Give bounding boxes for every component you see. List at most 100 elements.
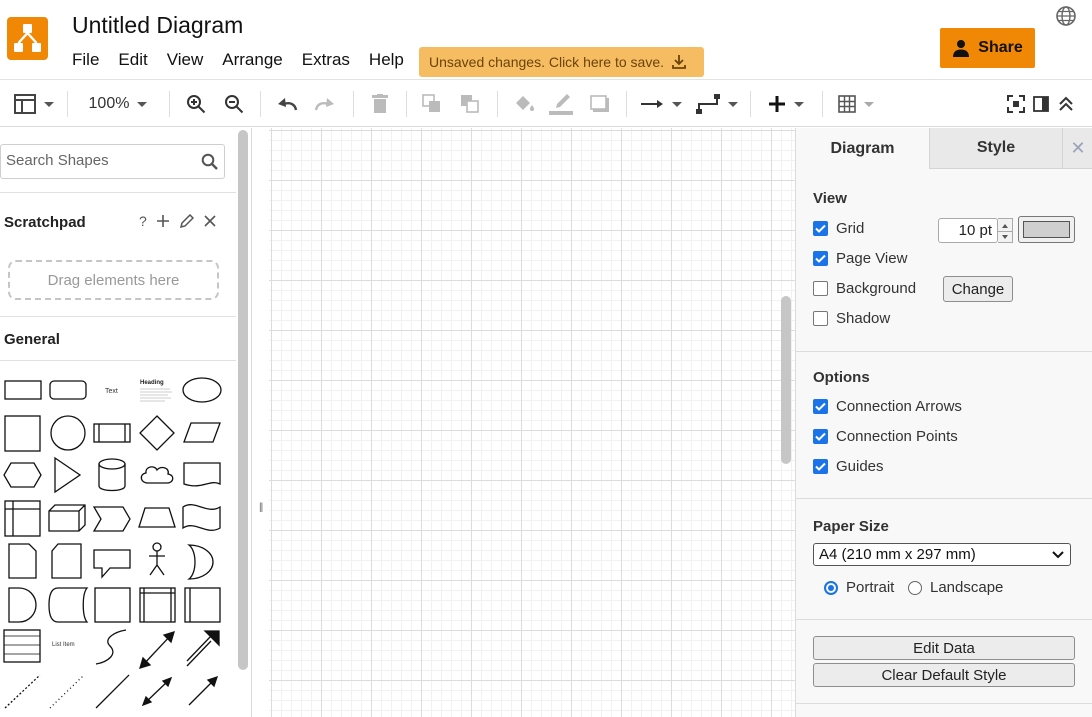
fullscreen-button[interactable] xyxy=(1005,81,1027,127)
menu-edit[interactable]: Edit xyxy=(118,50,147,70)
connection-arrows-option[interactable]: Connection Arrows xyxy=(813,398,962,415)
paper-size-section-title: Paper Size xyxy=(813,518,889,535)
shape-or xyxy=(187,544,214,580)
tab-diagram[interactable]: Diagram xyxy=(796,128,929,169)
connection-style-dropdown[interactable] xyxy=(638,81,684,127)
add-icon[interactable] xyxy=(156,215,169,227)
scratchpad-title[interactable]: Scratchpad xyxy=(4,214,86,231)
format-panel-button[interactable] xyxy=(1031,81,1051,127)
arrow-right-icon xyxy=(641,100,663,108)
shadow-checkbox[interactable] xyxy=(813,311,828,326)
fill-color-button[interactable] xyxy=(511,81,537,127)
shape-cloud xyxy=(140,466,174,484)
zoom-out-icon xyxy=(225,95,244,114)
paper-size-value: A4 (210 mm x 297 mm) xyxy=(819,546,976,563)
grid-option[interactable]: Grid xyxy=(813,220,864,237)
search-icon[interactable] xyxy=(201,153,218,170)
language-globe-icon[interactable] xyxy=(1055,5,1077,32)
view-section-title: View xyxy=(813,190,847,207)
waypoints-dropdown[interactable] xyxy=(694,81,740,127)
delete-button[interactable] xyxy=(368,81,392,127)
zoom-in-button[interactable] xyxy=(184,81,208,127)
clear-default-style-button[interactable]: Clear Default Style xyxy=(813,663,1075,687)
drawio-logo-icon[interactable] xyxy=(7,17,48,60)
grid-color-button[interactable] xyxy=(1018,216,1075,243)
diagram-title[interactable]: Untitled Diagram xyxy=(72,12,243,39)
paper-size-select[interactable]: A4 (210 mm x 297 mm) xyxy=(813,543,1071,566)
close-panel-icon[interactable]: ✕ xyxy=(1062,128,1092,169)
share-button[interactable]: Share xyxy=(940,28,1035,68)
grid-label: Grid xyxy=(836,220,865,237)
diagram-canvas[interactable] xyxy=(253,128,1031,717)
page-view-option[interactable]: Page View xyxy=(813,250,907,267)
undo-button[interactable] xyxy=(274,81,300,127)
insert-dropdown[interactable] xyxy=(763,81,809,127)
menu-bar: File Edit View Arrange Extras Help xyxy=(72,50,423,70)
shadow-label: Shadow xyxy=(836,310,891,327)
sidebar-splitter-handle[interactable]: || xyxy=(259,502,263,513)
line-color-button[interactable] xyxy=(547,81,575,127)
guides-option[interactable]: Guides xyxy=(813,458,884,475)
connection-points-option[interactable]: Connection Points xyxy=(813,428,958,445)
search-shapes-input[interactable] xyxy=(6,152,196,169)
table-dropdown[interactable] xyxy=(833,81,879,127)
menu-arrange[interactable]: Arrange xyxy=(222,50,282,70)
change-background-button[interactable]: Change xyxy=(943,276,1013,302)
tab-style[interactable]: Style xyxy=(929,128,1062,169)
header: Untitled Diagram File Edit View Arrange … xyxy=(0,0,1092,80)
zoom-dropdown[interactable]: 100% xyxy=(78,81,158,127)
to-front-button[interactable] xyxy=(420,81,444,127)
options-section-title: Options xyxy=(813,369,870,386)
bring-to-front-icon xyxy=(422,94,440,112)
unsaved-changes-button[interactable]: Unsaved changes. Click here to save. xyxy=(419,47,704,77)
shadow-option[interactable]: Shadow xyxy=(813,310,890,327)
redo-button[interactable] xyxy=(312,81,338,127)
menu-help[interactable]: Help xyxy=(369,50,404,70)
toolbar: 100% xyxy=(0,81,1092,127)
close-icon[interactable] xyxy=(204,215,216,227)
shape-line xyxy=(95,674,130,709)
fullscreen-icon xyxy=(1007,95,1025,113)
edit-data-button[interactable]: Edit Data xyxy=(813,636,1075,660)
waypoint-connector-icon xyxy=(696,94,720,114)
help-icon[interactable]: ? xyxy=(139,213,147,229)
shape-cube xyxy=(48,504,86,532)
connection-points-checkbox[interactable] xyxy=(813,429,828,444)
connection-arrows-checkbox[interactable] xyxy=(813,399,828,414)
shape-tape xyxy=(182,504,221,531)
format-panel-toggle[interactable] xyxy=(10,81,58,127)
page-view-checkbox[interactable] xyxy=(813,251,828,266)
scratchpad-dropzone[interactable]: Drag elements here xyxy=(8,260,219,300)
background-option[interactable]: Background xyxy=(813,280,916,297)
unsaved-changes-label: Unsaved changes. Click here to save. xyxy=(429,54,665,70)
canvas-scrollbar[interactable] xyxy=(781,296,791,464)
menu-view[interactable]: View xyxy=(167,50,204,70)
grid-size-stepper[interactable] xyxy=(998,218,1013,243)
general-section-title[interactable]: General xyxy=(4,331,60,348)
search-shapes-box xyxy=(0,144,225,179)
shape-dashed-line xyxy=(4,674,41,709)
send-to-back-icon xyxy=(461,95,479,113)
grid-checkbox[interactable] xyxy=(813,221,828,236)
collapse-toolbar-button[interactable] xyxy=(1056,81,1076,127)
shape-text: Text xyxy=(105,388,118,395)
edit-icon[interactable] xyxy=(179,213,194,229)
shape-curve xyxy=(95,629,127,665)
sidebar-scrollbar[interactable] xyxy=(238,130,248,670)
format-panel: Diagram Style ✕ View Grid 10 pt Page Vie… xyxy=(795,128,1092,717)
menu-file[interactable]: File xyxy=(72,50,99,70)
grid-size-input[interactable]: 10 pt xyxy=(938,218,998,243)
shadow-button[interactable] xyxy=(588,81,612,127)
zoom-out-button[interactable] xyxy=(222,81,246,127)
user-icon xyxy=(953,40,970,57)
landscape-option[interactable]: Landscape xyxy=(908,579,1003,596)
guides-checkbox[interactable] xyxy=(813,459,828,474)
guides-label: Guides xyxy=(836,458,884,475)
portrait-radio[interactable] xyxy=(824,580,838,595)
to-back-button[interactable] xyxy=(458,81,482,127)
portrait-option[interactable]: Portrait xyxy=(824,579,894,596)
menu-extras[interactable]: Extras xyxy=(302,50,350,70)
background-checkbox[interactable] xyxy=(813,281,828,296)
table-icon xyxy=(838,95,856,113)
landscape-radio[interactable] xyxy=(908,580,922,595)
